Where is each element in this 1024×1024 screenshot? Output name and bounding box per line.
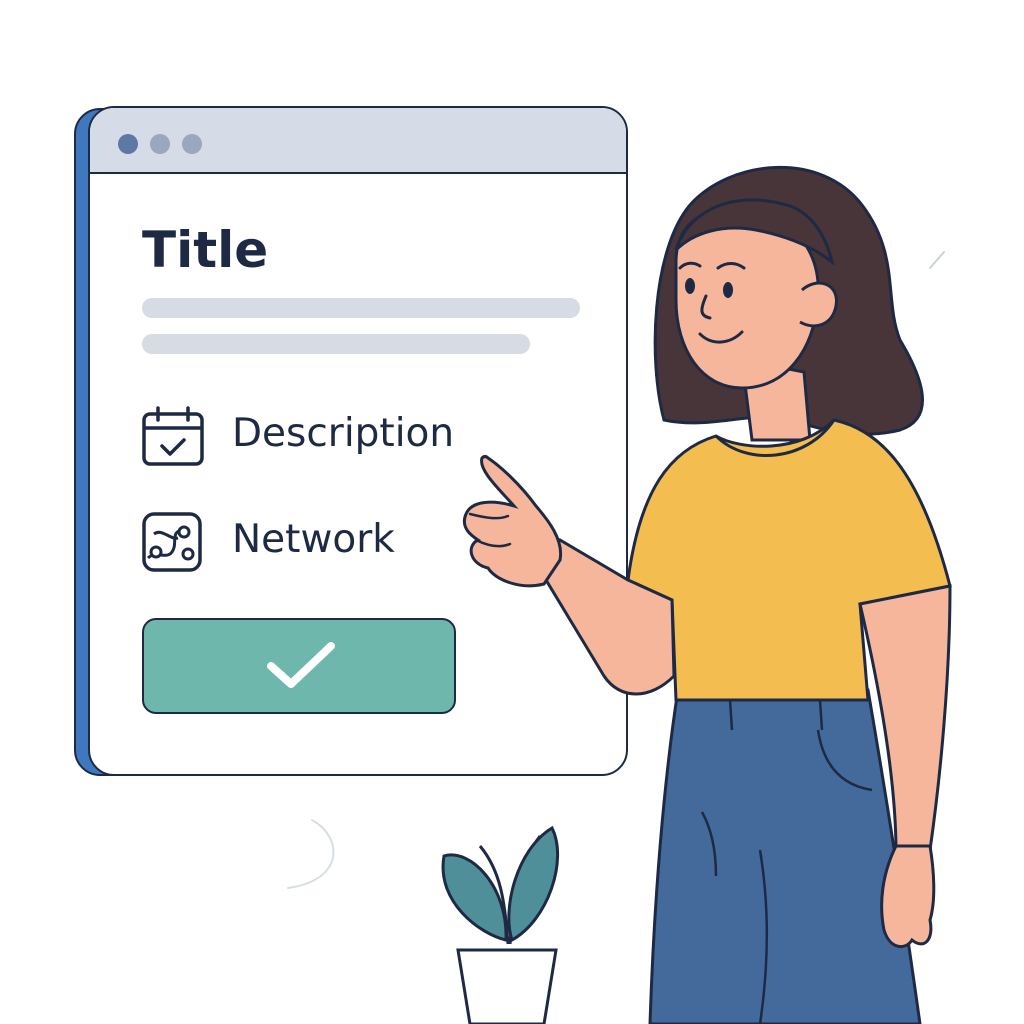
decorative-stroke xyxy=(929,251,945,269)
network-route-icon xyxy=(140,508,204,572)
window-control-dot[interactable] xyxy=(182,134,202,154)
page-title: Title xyxy=(142,221,269,279)
potted-plant xyxy=(441,825,560,1024)
confirm-button[interactable] xyxy=(142,618,456,714)
window-control-dot[interactable] xyxy=(118,134,138,154)
plant-leaf xyxy=(441,853,508,942)
network-label: Network xyxy=(232,517,395,562)
shirt xyxy=(626,418,952,702)
jeans xyxy=(648,688,922,1024)
text-placeholder-line xyxy=(142,334,530,354)
hand xyxy=(880,844,936,949)
smile xyxy=(698,330,744,344)
hair xyxy=(653,165,924,436)
text-placeholder-line xyxy=(142,298,580,318)
ear xyxy=(799,281,838,328)
checkmark-icon xyxy=(267,642,335,688)
arm xyxy=(858,584,952,854)
plant-leaf xyxy=(507,825,560,943)
app-window: Title Description Network xyxy=(88,106,628,776)
hair-fringe xyxy=(674,198,835,266)
illustration-scene: Title Description Network xyxy=(0,0,1024,1024)
eye xyxy=(685,278,695,294)
neck xyxy=(740,358,812,442)
calendar-check-icon xyxy=(140,404,204,468)
plant-pot xyxy=(456,948,558,1024)
eye xyxy=(723,282,733,298)
description-label: Description xyxy=(232,411,455,456)
decorative-stroke xyxy=(287,819,335,889)
window-titlebar xyxy=(90,108,626,174)
face xyxy=(674,207,820,390)
window-control-dot[interactable] xyxy=(150,134,170,154)
